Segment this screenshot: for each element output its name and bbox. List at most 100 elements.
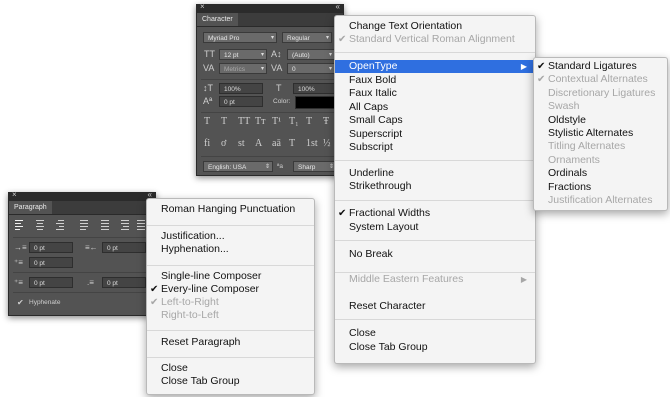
indent-left-value: 0 pt — [34, 245, 45, 252]
horizontal-scale-input[interactable]: 100% — [293, 83, 337, 94]
opentype-button-0[interactable]: fi — [204, 138, 210, 149]
hyphenate-checkbox[interactable]: ✔ — [17, 297, 24, 308]
leading-select[interactable]: (Auto) ▾ — [287, 49, 335, 60]
align-right-icon[interactable] — [53, 220, 64, 230]
opentype-menu-item-ornaments: Ornaments — [534, 154, 667, 167]
paragraph-menu-item-roman-hanging-punctuation[interactable]: Roman Hanging Punctuation — [147, 203, 314, 216]
vertical-scale-input[interactable]: 100% — [219, 83, 263, 94]
paragraph-menu-item-close[interactable]: Close — [147, 362, 314, 375]
character-menu-item-reset-character[interactable]: Reset Character — [335, 300, 535, 313]
character-menu-item-underline[interactable]: Underline — [335, 167, 535, 180]
text-style-button-0[interactable]: T — [204, 116, 210, 127]
kerning-select[interactable]: Metrics ▾ — [219, 63, 267, 74]
menu-item-label: Right-to-Left — [161, 309, 219, 321]
text-style-button-1[interactable]: T — [221, 116, 227, 127]
close-icon[interactable]: × — [200, 2, 205, 11]
character-menu-item-close-tab-group[interactable]: Close Tab Group — [335, 341, 535, 354]
character-menu-item-fractional-widths[interactable]: ✔ Fractional Widths — [335, 207, 535, 220]
indent-first-line-input[interactable]: 0 pt — [29, 257, 73, 268]
alignment-line — [121, 229, 129, 230]
character-menu-item-subscript[interactable]: Subscript — [335, 141, 535, 154]
character-menu-item-faux-bold[interactable]: Faux Bold — [335, 74, 535, 87]
antialias-select[interactable]: Sharp ⇕ — [293, 161, 337, 172]
menu-item-label: Ordinals — [548, 167, 588, 179]
menu-item-label: Reset Character — [349, 300, 426, 312]
text-style-button-5[interactable]: T₁ — [289, 116, 299, 127]
menu-separator — [147, 225, 314, 226]
menu-separator — [147, 330, 314, 331]
font-family-select[interactable]: Myriad Pro ▾ — [203, 32, 277, 43]
chevron-down-icon: ▾ — [270, 35, 274, 41]
menu-item-label: Close — [349, 327, 376, 339]
character-menu-item-change-text-orientation[interactable]: Change Text Orientation — [335, 20, 535, 33]
indent-right-input[interactable]: 0 pt — [102, 242, 146, 253]
font-style-select[interactable]: Regular ▾ — [282, 32, 332, 43]
opentype-menu-item-stylistic-alternates[interactable]: Stylistic Alternates — [534, 127, 667, 140]
character-menu-item-no-break[interactable]: No Break — [335, 248, 535, 261]
character-menu-item-superscript[interactable]: Superscript — [335, 128, 535, 141]
text-style-button-6[interactable]: T — [306, 116, 312, 127]
paragraph-menu-item-reset-paragraph[interactable]: Reset Paragraph — [147, 336, 314, 349]
opentype-button-5[interactable]: T — [289, 138, 295, 149]
divider — [13, 272, 151, 273]
opentype-menu-item-fractions[interactable]: Fractions — [534, 181, 667, 194]
alignment-line — [15, 226, 23, 227]
opentype-button-3[interactable]: A — [255, 138, 262, 149]
indent-left-input[interactable]: 0 pt — [29, 242, 73, 253]
language-select[interactable]: English: USA ⇕ — [203, 161, 273, 172]
align-left-icon[interactable] — [15, 220, 26, 230]
character-menu-item-opentype[interactable]: OpenType ▶ — [335, 60, 535, 73]
character-menu-item-strikethrough[interactable]: Strikethrough — [335, 180, 535, 193]
alignment-line — [36, 223, 43, 224]
tracking-select[interactable]: 0 ▾ — [287, 63, 335, 74]
character-menu-item-all-caps[interactable]: All Caps — [335, 101, 535, 114]
text-style-button-7[interactable]: Ŧ — [323, 116, 329, 127]
justify-center-icon[interactable] — [99, 220, 110, 230]
character-menu-item-system-layout[interactable]: System Layout — [335, 221, 535, 234]
align-center-icon[interactable] — [34, 220, 45, 230]
font-family-value: Myriad Pro — [208, 35, 240, 42]
character-menu-item-faux-italic[interactable]: Faux Italic — [335, 87, 535, 100]
opentype-button-2[interactable]: st — [238, 138, 245, 149]
font-size-select[interactable]: 12 pt ▾ — [219, 49, 267, 60]
chevron-down-icon: ▾ — [325, 35, 329, 41]
paragraph-menu-item-every-line-composer[interactable]: ✔ Every-line Composer — [147, 283, 314, 296]
tab-paragraph[interactable]: Paragraph — [9, 201, 52, 214]
menu-item-label: Titling Alternates — [548, 140, 626, 152]
paragraph-menu-item-close-tab-group[interactable]: Close Tab Group — [147, 375, 314, 388]
character-menu-item-middle-eastern-features: Middle Eastern Features ▶ — [335, 273, 535, 286]
menu-separator — [335, 52, 535, 53]
menu-item-label: Ornaments — [548, 154, 600, 166]
justify-right-icon[interactable] — [118, 220, 129, 230]
character-menu-item-small-caps[interactable]: Small Caps — [335, 114, 535, 127]
text-style-button-3[interactable]: Tт — [255, 116, 265, 127]
menu-item-label: Underline — [349, 167, 394, 179]
opentype-button-4[interactable]: aā — [272, 138, 281, 149]
character-menu-item-close[interactable]: Close — [335, 327, 535, 340]
close-icon[interactable]: × — [12, 190, 17, 199]
color-swatch[interactable] — [295, 96, 337, 109]
opentype-button-6[interactable]: 1st — [306, 138, 318, 149]
tab-character[interactable]: Character — [197, 13, 238, 26]
opentype-button-7[interactable]: ½ — [323, 138, 331, 149]
text-style-button-2[interactable]: TT — [238, 116, 250, 127]
opentype-menu-item-titling-alternates: Titling Alternates — [534, 140, 667, 153]
opentype-menu-item-standard-ligatures[interactable]: ✔ Standard Ligatures — [534, 60, 667, 73]
text-style-button-4[interactable]: T¹ — [272, 116, 281, 127]
alignment-line — [35, 226, 44, 227]
paragraph-menu-item-single-line-composer[interactable]: Single-line Composer — [147, 270, 314, 283]
collapse-icon[interactable]: « — [336, 2, 340, 11]
opentype-button-1[interactable]: ơ — [221, 138, 226, 149]
paragraph-menu-item-justification[interactable]: Justification... — [147, 230, 314, 243]
font-size-icon: TT — [204, 49, 215, 59]
space-before-input[interactable]: 0 pt — [29, 277, 73, 288]
opentype-menu-item-ordinals[interactable]: Ordinals — [534, 167, 667, 180]
checkmark-icon: ✔ — [537, 61, 546, 72]
justify-left-icon[interactable] — [80, 220, 91, 230]
character-panel: × « Character ≡ Myriad Pro▾ Regular▾ TT … — [196, 2, 344, 176]
baseline-shift-input[interactable]: 0 pt — [219, 96, 263, 107]
space-after-input[interactable]: 0 pt — [102, 277, 146, 288]
paragraph-menu-item-hyphenation[interactable]: Hyphenation... — [147, 243, 314, 256]
menu-item-label: Fractional Widths — [349, 207, 431, 219]
opentype-menu-item-oldstyle[interactable]: Oldstyle — [534, 114, 667, 127]
